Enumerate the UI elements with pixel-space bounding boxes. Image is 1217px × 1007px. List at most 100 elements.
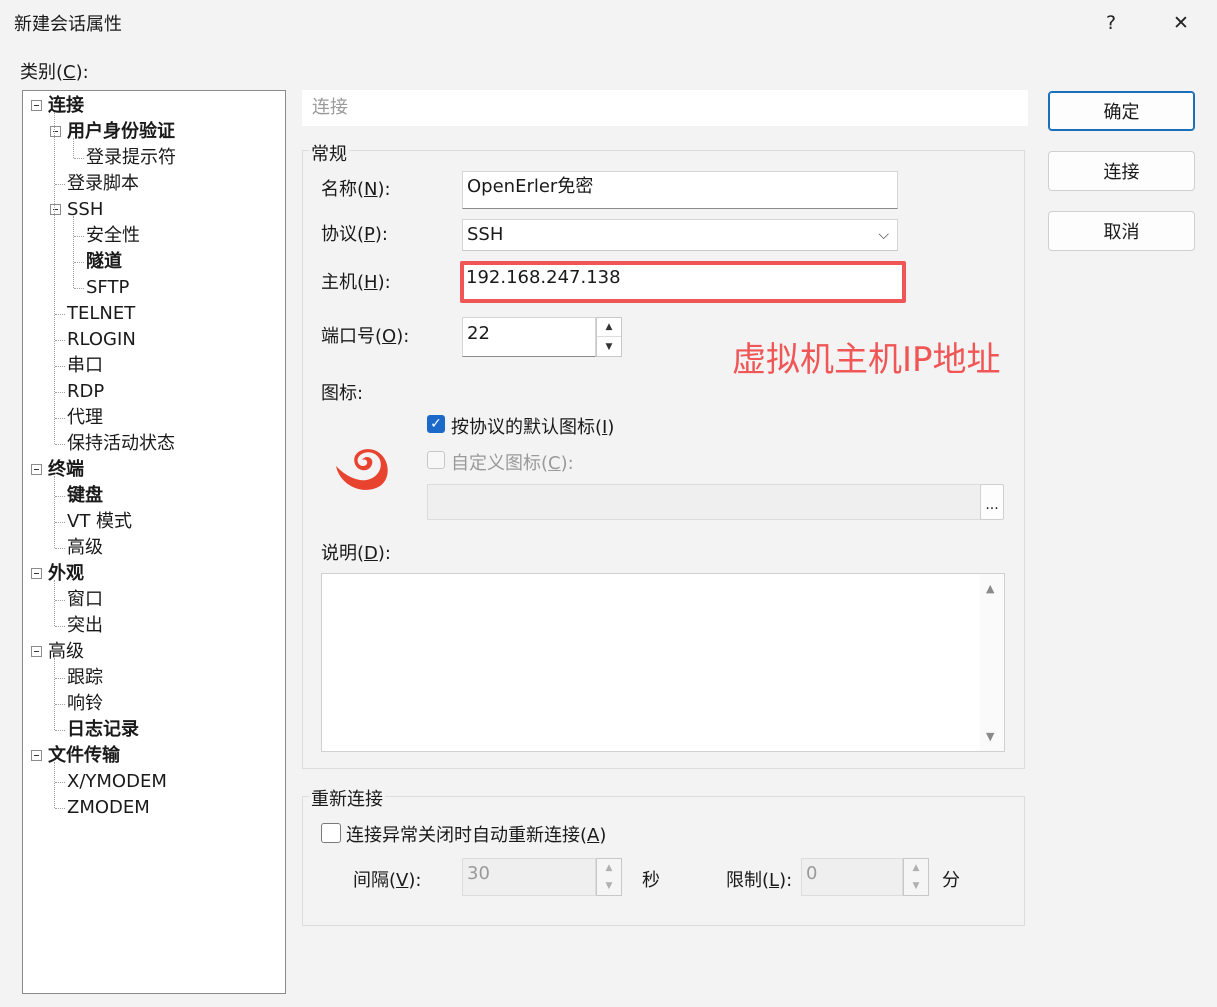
tree-connector: [74, 236, 84, 237]
tree-item[interactable]: 跟踪: [67, 665, 103, 691]
tree-item[interactable]: TELNET: [67, 301, 135, 327]
browse-icon-button[interactable]: ...: [980, 484, 1004, 520]
tree-connector: [55, 496, 65, 497]
port-label: 端口号(O):: [321, 326, 410, 347]
protocol-label: 协议(P):: [321, 224, 388, 245]
tree-item[interactable]: 登录提示符: [86, 145, 176, 171]
tree-connector: [54, 112, 55, 444]
tree-connector: [55, 730, 65, 731]
cancel-button[interactable]: 取消: [1048, 211, 1195, 251]
host-label: 主机(H):: [321, 272, 391, 293]
protocol-select[interactable]: SSH ⌵: [462, 219, 898, 251]
category-tree[interactable]: 连接 用户身份验证 登录提示符 登录脚本 SSH 安全性 隧道 SFTP TELNET RLOGI…: [22, 90, 286, 994]
scroll-down-icon[interactable]: ▼: [986, 730, 994, 743]
tree-item[interactable]: 登录脚本: [67, 171, 139, 197]
tree-connector: [55, 444, 65, 445]
tree-connector: [55, 314, 65, 315]
tree-item[interactable]: 响铃: [67, 691, 103, 717]
tree-item[interactable]: 隧道: [86, 249, 122, 275]
tree-item[interactable]: 高级: [67, 535, 103, 561]
title-bar: [0, 0, 1217, 46]
port-spinner[interactable]: ▲ ▼: [596, 317, 622, 357]
description-label: 说明(D):: [321, 543, 391, 564]
spin-up-icon[interactable]: ▲: [597, 318, 621, 337]
help-button[interactable]: ?: [1080, 0, 1142, 46]
collapse-toggle-icon[interactable]: [50, 204, 61, 215]
custom-icon-path-input[interactable]: [427, 484, 981, 520]
limit-label: 限制(L):: [726, 870, 793, 891]
tree-connector: [54, 476, 55, 548]
tree-item[interactable]: VT 模式: [67, 509, 132, 535]
tree-item[interactable]: 文件传输: [48, 743, 120, 769]
annotation-text: 虚拟机主机IP地址: [732, 340, 1001, 380]
collapse-toggle-icon[interactable]: [31, 646, 42, 657]
port-input[interactable]: 22: [462, 317, 596, 357]
tree-item[interactable]: SFTP: [86, 275, 129, 301]
tree-connector: [55, 418, 65, 419]
connect-button[interactable]: 连接: [1048, 151, 1195, 191]
interval-unit: 秒: [642, 870, 660, 891]
tree-item[interactable]: 用户身份验证: [67, 119, 175, 145]
collapse-toggle-icon[interactable]: [31, 750, 42, 761]
tree-item[interactable]: ZMODEM: [67, 795, 150, 821]
window-title: 新建会话属性: [14, 14, 122, 35]
chevron-down-icon: ⌵: [878, 227, 889, 243]
custom-icon-checkbox[interactable]: [427, 451, 445, 469]
tree-connector: [55, 782, 65, 783]
collapse-toggle-icon[interactable]: [31, 100, 42, 111]
tree-connector: [55, 600, 65, 601]
interval-input[interactable]: 30: [462, 858, 596, 896]
limit-input[interactable]: 0: [801, 858, 903, 896]
tree-item[interactable]: 串口: [67, 353, 103, 379]
ok-button[interactable]: 确定: [1048, 91, 1195, 131]
tree-connector: [55, 340, 65, 341]
tree-item[interactable]: X/YMODEM: [67, 769, 167, 795]
default-icon-label: 按协议的默认图标(I): [451, 417, 615, 438]
scroll-up-icon[interactable]: ▲: [986, 582, 994, 595]
section-title: 连接: [302, 90, 1028, 126]
tree-connector: [54, 580, 55, 626]
spin-down-icon[interactable]: ▼: [597, 337, 621, 356]
tree-item[interactable]: RLOGIN: [67, 327, 136, 353]
tree-connector: [54, 762, 55, 808]
general-legend: 常规: [309, 140, 349, 166]
interval-label: 间隔(V):: [353, 870, 422, 891]
close-button[interactable]: ✕: [1150, 0, 1212, 46]
tree-connector: [55, 522, 65, 523]
tree-item[interactable]: 安全性: [86, 223, 140, 249]
auto-reconnect-label: 连接异常关闭时自动重新连接(A): [346, 825, 607, 846]
collapse-toggle-icon[interactable]: [31, 568, 42, 579]
collapse-toggle-icon[interactable]: [31, 464, 42, 475]
spin-up-icon[interactable]: ▲: [597, 859, 621, 877]
spin-up-icon[interactable]: ▲: [904, 859, 928, 877]
collapse-toggle-icon[interactable]: [50, 126, 61, 137]
tree-connector: [55, 184, 65, 185]
icon-label: 图标:: [321, 383, 364, 404]
tree-item[interactable]: 窗口: [67, 587, 103, 613]
interval-spinner[interactable]: ▲ ▼: [596, 858, 622, 896]
description-scrollbar[interactable]: ▲ ▼: [980, 574, 1004, 751]
tree-item[interactable]: 保持活动状态: [67, 431, 175, 457]
spin-down-icon[interactable]: ▼: [904, 877, 928, 895]
description-textarea[interactable]: ▲ ▼: [321, 573, 1005, 752]
limit-spinner[interactable]: ▲ ▼: [903, 858, 929, 896]
tree-connector: [55, 678, 65, 679]
tree-connector: [74, 288, 84, 289]
limit-unit: 分: [942, 870, 960, 891]
name-input[interactable]: OpenErler免密: [462, 171, 898, 209]
tree-item[interactable]: RDP: [67, 379, 104, 405]
tree-item[interactable]: 键盘: [67, 483, 103, 509]
host-highlight-box: [460, 261, 906, 303]
tree-connector: [55, 392, 65, 393]
tree-connector: [55, 548, 65, 549]
tree-item[interactable]: 代理: [67, 405, 103, 431]
spin-down-icon[interactable]: ▼: [597, 877, 621, 895]
default-icon-checkbox[interactable]: ✓: [427, 415, 445, 433]
session-protocol-icon: [332, 440, 392, 500]
tree-connector: [73, 138, 74, 158]
tree-connector: [55, 704, 65, 705]
auto-reconnect-checkbox[interactable]: [321, 823, 341, 843]
reconnect-legend: 重新连接: [309, 785, 385, 811]
tree-item[interactable]: 突出: [67, 613, 103, 639]
tree-item[interactable]: 日志记录: [67, 717, 139, 743]
